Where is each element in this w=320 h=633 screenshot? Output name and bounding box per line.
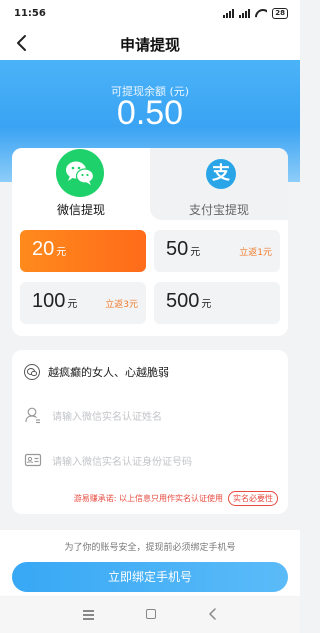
status-time: 11:56	[14, 7, 46, 19]
wechat-icon	[56, 149, 104, 197]
alipay-icon: 支	[206, 159, 236, 189]
balance-amount: 0.50	[116, 94, 184, 132]
tab-alipay-withdraw[interactable]: 支 支付宝提现	[150, 148, 288, 220]
tab-alipay-label: 支付宝提现	[188, 203, 249, 217]
id-number-field[interactable]: 请输入微信实名认证身份证号码	[24, 449, 276, 471]
nav-bar: 申请提现	[0, 26, 300, 60]
id-input-placeholder: 请输入微信实名认证身份证号码	[52, 456, 192, 468]
wechat-small-icon	[24, 364, 40, 380]
tab-wechat-withdraw[interactable]: 微信提现	[12, 148, 150, 220]
person-icon	[25, 407, 40, 424]
amount-value: 50 元	[166, 238, 201, 260]
commitment-badge[interactable]: 实名必要性	[228, 491, 278, 506]
wechat-user-name: 越疯癫的女人、心越脆弱	[48, 366, 169, 379]
withdraw-card: 微信提现 支 支付宝提现 20 元 50 元 立返1元 100 元 立返3元 500 元	[12, 148, 288, 336]
bottom-area: 为了你的账号安全，提现前必须绑定手机号 立即绑定手机号	[0, 530, 300, 596]
system-nav-bar	[0, 597, 300, 633]
menu-icon[interactable]	[83, 610, 94, 620]
battery-icon: 28	[272, 7, 288, 19]
wifi-icon	[255, 9, 267, 18]
commitment-text: 游易赚承诺: 以上信息只用作实名认证使用	[73, 494, 223, 503]
name-field[interactable]: 请输入微信实名认证姓名	[24, 404, 276, 426]
verification-form: 越疯癫的女人、心越脆弱 请输入微信实名认证姓名 请输入微信实名认证身份证号码 游…	[12, 350, 288, 514]
home-icon[interactable]	[146, 609, 156, 619]
bind-phone-button[interactable]: 立即绑定手机号	[12, 562, 288, 592]
signal-icon-2	[239, 8, 251, 18]
status-indicators: 28	[223, 7, 288, 19]
amount-option-20[interactable]: 20 元	[20, 230, 146, 272]
rebate-label: 立返1元	[239, 248, 272, 258]
id-card-icon	[24, 453, 42, 467]
rebate-label: 立返3元	[105, 300, 138, 310]
security-note: 为了你的账号安全，提现前必须绑定手机号	[64, 543, 236, 553]
amount-value: 100 元	[32, 290, 78, 312]
signal-icon	[223, 8, 235, 18]
page-title: 申请提现	[119, 36, 180, 54]
system-back-icon[interactable]	[207, 608, 219, 620]
amount-option-100[interactable]: 100 元 立返3元	[20, 282, 146, 324]
wechat-user-row: 越疯癫的女人、心越脆弱	[24, 362, 276, 382]
name-input-placeholder: 请输入微信实名认证姓名	[52, 411, 162, 423]
amount-option-500[interactable]: 500 元	[154, 282, 280, 324]
tab-wechat-label: 微信提现	[56, 203, 105, 217]
amount-value: 500 元	[166, 290, 212, 312]
commitment-row: 游易赚承诺: 以上信息只用作实名认证使用 实名必要性	[74, 491, 278, 506]
amount-value: 20 元	[32, 238, 67, 260]
status-bar: 11:56 28	[0, 0, 300, 26]
amount-option-50[interactable]: 50 元 立返1元	[154, 230, 280, 272]
